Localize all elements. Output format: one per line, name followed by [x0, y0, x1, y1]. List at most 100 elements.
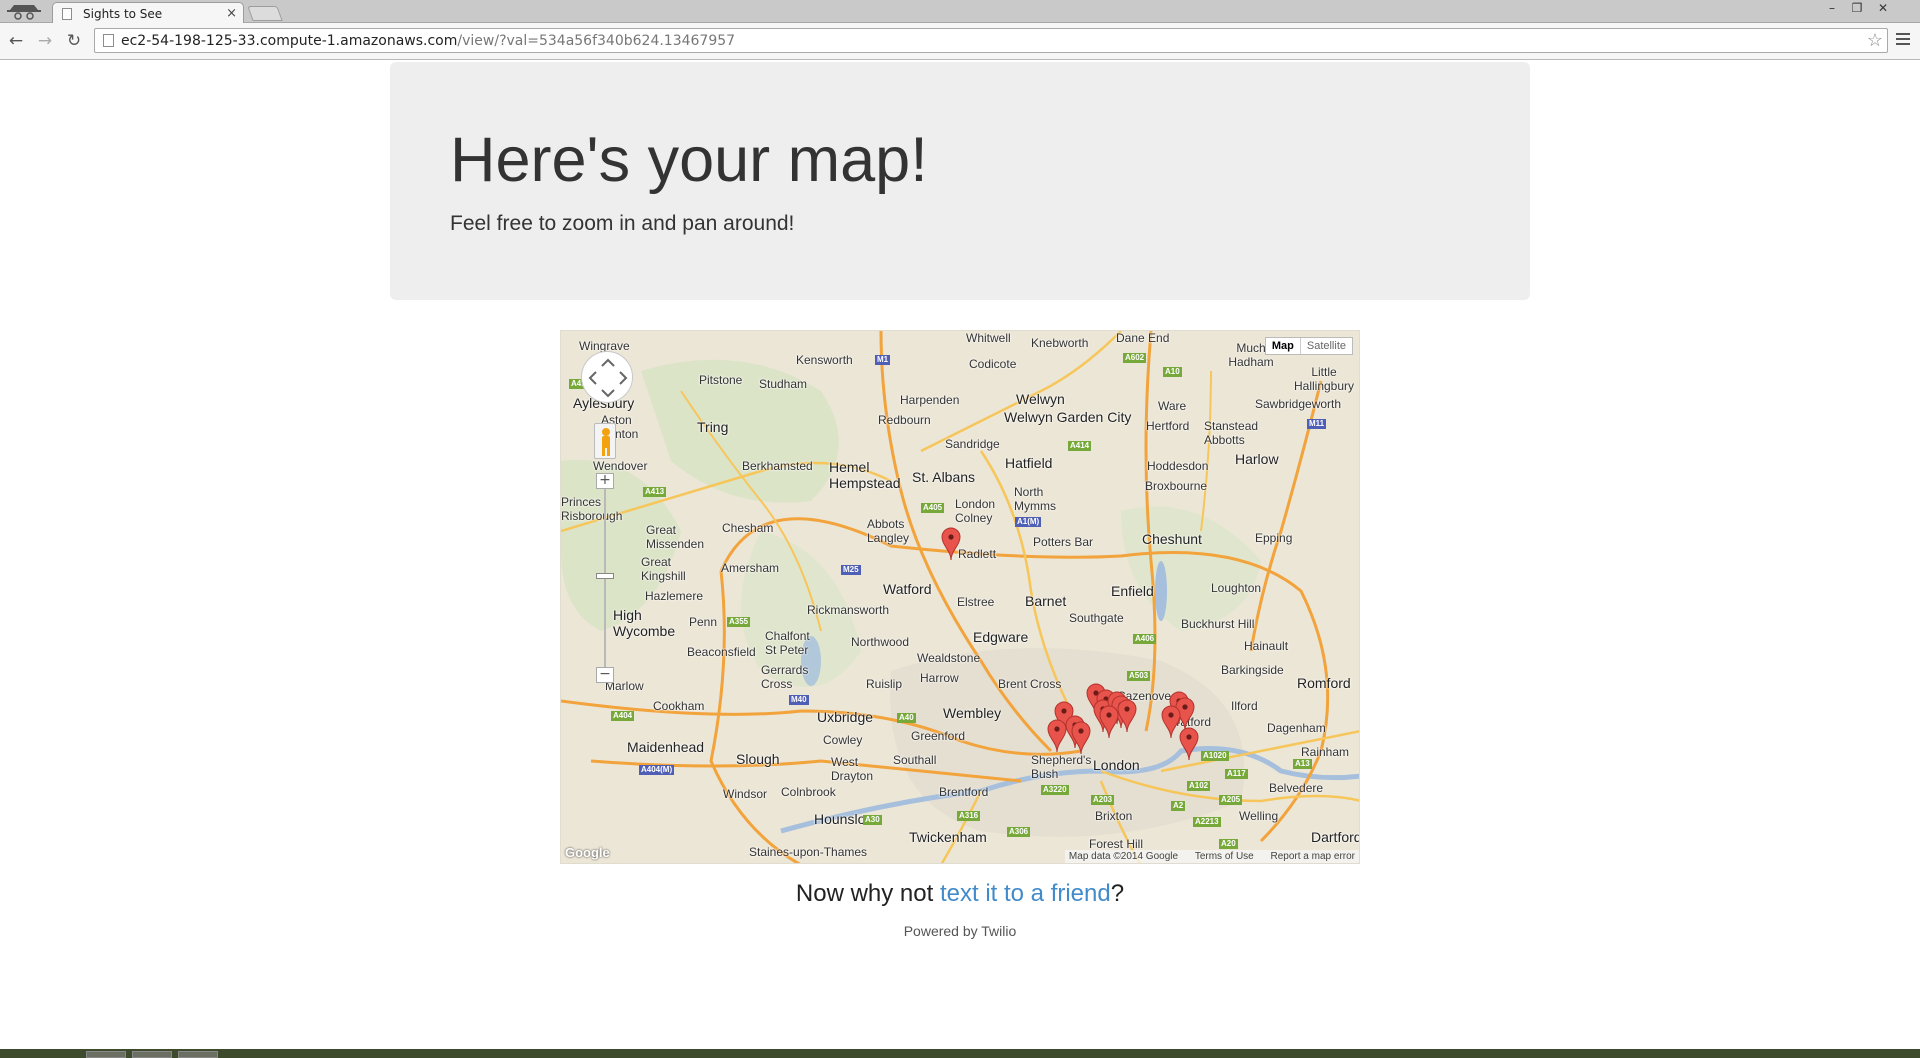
text-friend-link[interactable]: text it to a friend — [940, 880, 1111, 907]
zoom-out-button[interactable]: − — [596, 667, 614, 683]
map-label: Windsor — [723, 787, 768, 801]
url-host: ec2-54-198-125-33.compute-1.amazonaws.co… — [121, 33, 458, 49]
cta-prefix: Now why not — [795, 880, 940, 907]
map-label: Edgware — [973, 629, 1029, 645]
map-label: Ware — [1158, 399, 1187, 413]
map-label: Knebworth — [1031, 336, 1089, 350]
browser-titlebar: Sights to See × – ❐ ✕ — [0, 0, 1920, 24]
map-marker-icon[interactable] — [1071, 721, 1091, 755]
road-label: A10 — [1163, 367, 1182, 377]
road-label: A404(M) — [639, 765, 675, 775]
map-label: Sandridge — [945, 437, 1000, 451]
map-label: Cheshunt — [1142, 531, 1202, 547]
map-label: Codicote — [969, 357, 1017, 371]
map-marker-icon[interactable] — [1161, 705, 1181, 739]
back-icon[interactable]: ← — [6, 31, 26, 51]
map-label: Little Hallingbury — [1294, 365, 1355, 393]
zoom-slider-thumb[interactable] — [596, 573, 614, 579]
map-marker-icon[interactable] — [1117, 699, 1137, 733]
map-label: Hoddesdon — [1147, 459, 1209, 473]
browser-toolbar: ← → ↻ ec2-54-198-125-33.compute-1.amazon… — [0, 23, 1920, 60]
cta-text: Now why not text it to a friend? — [0, 880, 1920, 908]
road-label: A2 — [1171, 801, 1186, 811]
minimize-icon[interactable]: – — [1822, 1, 1842, 15]
map-label: Northwood — [851, 635, 910, 649]
browser-tab[interactable]: Sights to See × — [52, 2, 244, 24]
restore-icon[interactable]: ❐ — [1847, 1, 1867, 15]
map-label: Shepherd's Bush — [1031, 753, 1092, 781]
google-logo[interactable]: Google — [565, 845, 610, 860]
map-label: Great Kingshill — [641, 555, 686, 583]
page-title: Here's your map! — [450, 125, 928, 195]
map-marker-icon[interactable] — [1099, 705, 1119, 739]
map-label: Uxbridge — [817, 709, 874, 725]
map-marker-icon[interactable] — [941, 527, 961, 561]
map-label: Tring — [697, 419, 729, 435]
map-label: Gerrards Cross — [761, 663, 809, 691]
map-label: Watford — [883, 581, 932, 597]
map-label: Wealdstone — [917, 651, 981, 665]
road-label: M1 — [875, 355, 891, 365]
tab-close-icon[interactable]: × — [226, 6, 237, 21]
road-label: A1(M) — [1015, 517, 1042, 527]
address-bar[interactable]: ec2-54-198-125-33.compute-1.amazonaws.co… — [94, 28, 1888, 53]
road-label: A406 — [1133, 634, 1157, 644]
map-label: Pitstone — [699, 373, 743, 387]
road-label: A102 — [1187, 781, 1211, 791]
map-canvas[interactable]: Wingrave Kensworth Whitwell Knebworth Da… — [560, 330, 1360, 864]
terms-of-use-link[interactable]: Terms of Use — [1195, 851, 1254, 862]
taskbar-item[interactable] — [86, 1051, 126, 1058]
map-label: Broxbourne — [1145, 479, 1208, 493]
map-label: Stanstead Abbotts — [1204, 419, 1259, 447]
map-label: North Mymms — [1014, 485, 1056, 513]
map-type-map-button[interactable]: Map — [1266, 338, 1301, 354]
map-label: Belvedere — [1269, 781, 1324, 795]
map-marker-icon[interactable] — [1047, 719, 1067, 753]
map-label: Harpenden — [900, 393, 960, 407]
map-label: Hemel Hempstead — [829, 459, 901, 491]
road-label: A205 — [1219, 795, 1243, 805]
road-label: A405 — [921, 503, 945, 513]
map-label: Barkingside — [1221, 663, 1284, 677]
road-label: A306 — [1007, 827, 1031, 837]
os-taskbar — [0, 1049, 1920, 1058]
road-label: A414 — [1068, 441, 1092, 451]
road-label: A503 — [1127, 671, 1151, 681]
map-label: Hertford — [1146, 419, 1190, 433]
road-label: A404 — [611, 711, 635, 721]
zoom-slider-track[interactable] — [604, 481, 606, 681]
new-tab-button[interactable] — [247, 6, 283, 21]
map-label: Whitwell — [966, 331, 1011, 345]
report-map-error-link[interactable]: Report a map error — [1271, 851, 1355, 862]
map-pan-control[interactable] — [581, 351, 633, 403]
map-marker-icon[interactable] — [1179, 727, 1199, 761]
zoom-in-button[interactable]: + — [596, 473, 614, 489]
reload-icon[interactable]: ↻ — [64, 31, 84, 51]
road-label: M25 — [841, 565, 861, 575]
map-type-satellite-button[interactable]: Satellite — [1301, 338, 1352, 354]
map-label: Great Missenden — [646, 523, 705, 551]
map-label: Hainault — [1244, 639, 1289, 653]
map-label: Ilford — [1231, 699, 1258, 713]
map-label: West Drayton — [831, 755, 874, 783]
map-label: Studham — [759, 377, 808, 391]
street-view-pegman-icon[interactable] — [594, 423, 616, 459]
map-label: High Wycombe — [613, 607, 676, 639]
road-label: M11 — [1307, 419, 1327, 429]
close-window-icon[interactable]: ✕ — [1873, 1, 1893, 15]
map-label: Twickenham — [909, 829, 987, 845]
map-label: Ruislip — [866, 677, 903, 691]
taskbar-item[interactable] — [178, 1051, 218, 1058]
map-label: Wendover — [593, 459, 648, 473]
map-label: Kensworth — [796, 353, 853, 367]
forward-icon[interactable]: → — [35, 31, 55, 51]
road-label: M40 — [789, 695, 809, 705]
chrome-menu-icon[interactable] — [1893, 30, 1913, 50]
taskbar-item[interactable] — [132, 1051, 172, 1058]
bookmark-star-icon[interactable]: ☆ — [1867, 30, 1883, 51]
url-text[interactable]: ec2-54-198-125-33.compute-1.amazonaws.co… — [121, 33, 735, 49]
road-label: A1020 — [1201, 751, 1229, 761]
map-label: Buckhurst Hill — [1181, 617, 1255, 631]
map-label: Hatfield — [1005, 455, 1053, 471]
map-label: Welwyn — [1016, 391, 1065, 407]
